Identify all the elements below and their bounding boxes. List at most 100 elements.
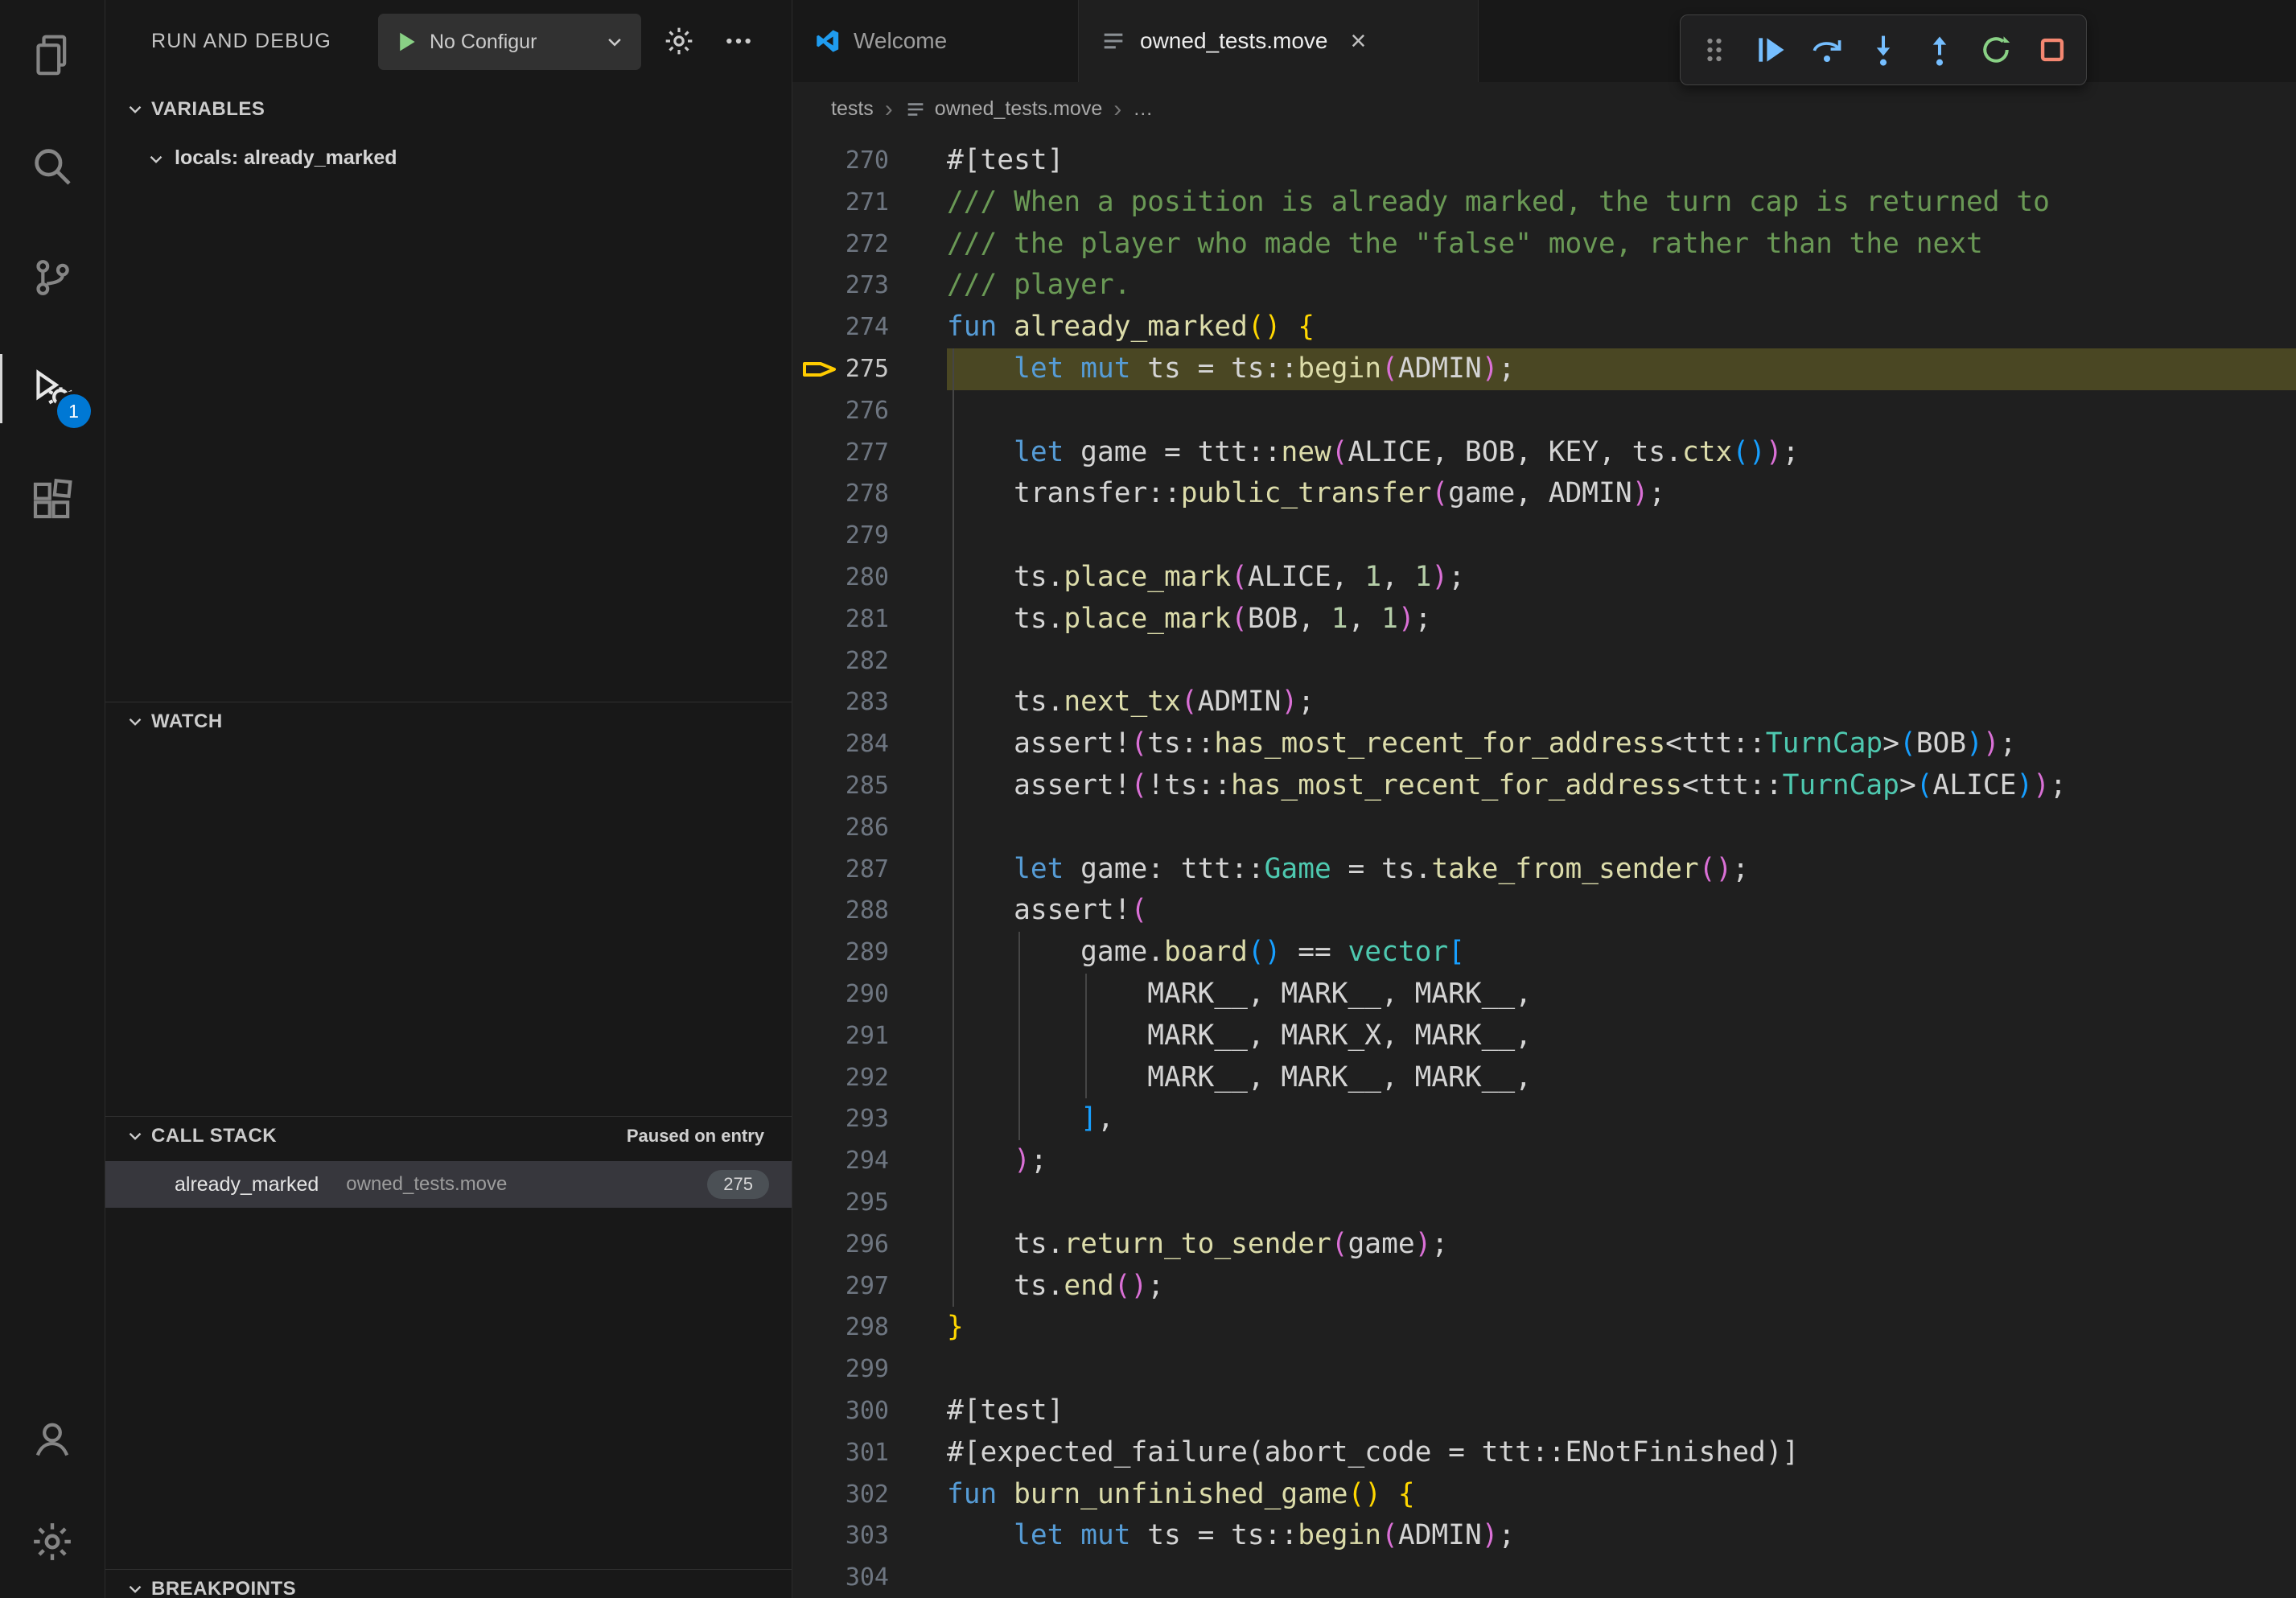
line-number[interactable]: 285 <box>792 765 947 807</box>
breadcrumb-file[interactable]: owned_tests.move <box>935 97 1102 121</box>
line-number[interactable]: 286 <box>792 807 947 849</box>
breadcrumb-symbol[interactable]: … <box>1133 97 1153 121</box>
line-number[interactable]: 304 <box>792 1557 947 1598</box>
line-number[interactable]: 303 <box>792 1515 947 1557</box>
line-number[interactable]: 282 <box>792 640 947 682</box>
line-number[interactable]: 281 <box>792 599 947 640</box>
restart-button[interactable] <box>1973 26 2018 74</box>
watch-section-header[interactable]: WATCH <box>105 702 792 740</box>
sidebar-item-explorer[interactable] <box>0 0 105 111</box>
code-line[interactable]: 281 ts.place_mark(BOB, 1, 1); <box>792 599 2296 640</box>
close-icon[interactable]: × <box>1350 27 1366 55</box>
code-line[interactable]: 276 <box>792 390 2296 432</box>
line-number[interactable]: 296 <box>792 1224 947 1266</box>
code-line[interactable]: 270#[test] <box>792 140 2296 182</box>
line-number[interactable]: 295 <box>792 1182 947 1224</box>
code-line[interactable]: 283 ts.next_tx(ADMIN); <box>792 682 2296 723</box>
line-number[interactable]: 289 <box>792 932 947 974</box>
toolbar-drag-handle[interactable] <box>1692 26 1737 74</box>
line-number[interactable]: 273 <box>792 265 947 307</box>
line-number[interactable]: 291 <box>792 1015 947 1057</box>
line-number[interactable]: 297 <box>792 1266 947 1308</box>
code-editor[interactable]: 270#[test]271/// When a position is alre… <box>792 136 2296 1598</box>
code-line[interactable]: 292 MARK__, MARK__, MARK__, <box>792 1057 2296 1099</box>
settings-button[interactable] <box>0 1490 105 1593</box>
line-number[interactable]: 272 <box>792 224 947 266</box>
line-number[interactable]: 301 <box>792 1432 947 1474</box>
code-line[interactable]: 295 <box>792 1182 2296 1224</box>
code-line[interactable]: 285 assert!(!ts::has_most_recent_for_add… <box>792 765 2296 807</box>
breakpoints-section-header[interactable]: BREAKPOINTS <box>105 1569 792 1598</box>
code-line[interactable]: 299 <box>792 1349 2296 1390</box>
code-line[interactable]: 298} <box>792 1307 2296 1349</box>
line-number[interactable]: 300 <box>792 1390 947 1432</box>
call-stack-section-header[interactable]: CALL STACK Paused on entry <box>105 1116 792 1155</box>
line-number[interactable]: 302 <box>792 1474 947 1516</box>
sidebar-item-run-and-debug[interactable]: 1 <box>0 333 105 444</box>
line-number[interactable]: 271 <box>792 182 947 224</box>
line-number[interactable]: 278 <box>792 473 947 515</box>
code-line[interactable]: 293 ], <box>792 1098 2296 1140</box>
code-line[interactable]: 286 <box>792 807 2296 849</box>
sidebar-item-extensions[interactable] <box>0 444 105 555</box>
code-line[interactable]: 287 let game: ttt::Game = ts.take_from_s… <box>792 849 2296 891</box>
line-number[interactable]: 277 <box>792 432 947 474</box>
code-line[interactable]: 277 let game = ttt::new(ALICE, BOB, KEY,… <box>792 432 2296 474</box>
code-line[interactable]: 303 let mut ts = ts::begin(ADMIN); <box>792 1515 2296 1557</box>
code-line[interactable]: 296 ts.return_to_sender(game); <box>792 1224 2296 1266</box>
line-number[interactable]: 274 <box>792 307 947 348</box>
line-number[interactable]: 292 <box>792 1057 947 1099</box>
code-line[interactable]: 284 assert!(ts::has_most_recent_for_addr… <box>792 723 2296 765</box>
account-button[interactable] <box>0 1387 105 1490</box>
code-line[interactable]: 300#[test] <box>792 1390 2296 1432</box>
code-line[interactable]: 304 <box>792 1557 2296 1598</box>
line-number[interactable]: 284 <box>792 723 947 765</box>
line-number[interactable]: 276 <box>792 390 947 432</box>
line-number[interactable]: 293 <box>792 1098 947 1140</box>
code-line[interactable]: 289 game.board() == vector[ <box>792 932 2296 974</box>
variables-locals-scope[interactable]: locals: already_marked <box>105 140 792 179</box>
line-number[interactable]: 279 <box>792 515 947 557</box>
code-line[interactable]: 302fun burn_unfinished_game() { <box>792 1474 2296 1516</box>
code-line[interactable]: 271/// When a position is already marked… <box>792 182 2296 224</box>
step-out-button[interactable] <box>1917 26 1962 74</box>
code-line[interactable]: 279 <box>792 515 2296 557</box>
sidebar-item-source-control[interactable] <box>0 222 105 333</box>
variables-section-header[interactable]: VARIABLES <box>105 90 792 129</box>
code-line[interactable]: 294 ); <box>792 1140 2296 1182</box>
code-line[interactable]: 272/// the player who made the "false" m… <box>792 224 2296 266</box>
step-over-button[interactable] <box>1804 26 1850 74</box>
code-line[interactable]: 275 let mut ts = ts::begin(ADMIN); <box>792 348 2296 390</box>
code-line[interactable]: 301#[expected_failure(abort_code = ttt::… <box>792 1432 2296 1474</box>
line-number[interactable]: 294 <box>792 1140 947 1182</box>
line-number[interactable]: 298 <box>792 1307 947 1349</box>
continue-button[interactable] <box>1748 26 1793 74</box>
tab-welcome[interactable]: Welcome <box>792 0 1079 82</box>
code-line[interactable]: 273/// player. <box>792 265 2296 307</box>
sidebar-item-search[interactable] <box>0 111 105 222</box>
stop-button[interactable] <box>2030 26 2075 74</box>
more-actions-button[interactable] <box>718 21 759 61</box>
line-number[interactable]: 270 <box>792 140 947 182</box>
step-into-button[interactable] <box>1861 26 1906 74</box>
code-line[interactable]: 290 MARK__, MARK__, MARK__, <box>792 974 2296 1015</box>
call-stack-frame[interactable]: already_marked owned_tests.move 275 <box>105 1161 792 1208</box>
line-number[interactable]: 283 <box>792 682 947 723</box>
code-line[interactable]: 278 transfer::public_transfer(game, ADMI… <box>792 473 2296 515</box>
code-line[interactable]: 274fun already_marked() { <box>792 307 2296 348</box>
debug-config-dropdown[interactable]: No Configur <box>378 14 641 70</box>
debug-settings-button[interactable] <box>659 21 699 61</box>
tab-owned-tests-move[interactable]: owned_tests.move × <box>1079 0 1479 82</box>
code-line[interactable]: 280 ts.place_mark(ALICE, 1, 1); <box>792 557 2296 599</box>
code-line[interactable]: 288 assert!( <box>792 890 2296 932</box>
line-number[interactable]: 299 <box>792 1349 947 1390</box>
breadcrumb-folder[interactable]: tests <box>831 97 874 121</box>
code-line[interactable]: 297 ts.end(); <box>792 1266 2296 1308</box>
line-number[interactable]: 288 <box>792 890 947 932</box>
line-number[interactable]: 287 <box>792 849 947 891</box>
line-number[interactable]: 280 <box>792 557 947 599</box>
line-number[interactable]: 290 <box>792 974 947 1015</box>
code-line[interactable]: 282 <box>792 640 2296 682</box>
code-line[interactable]: 291 MARK__, MARK_X, MARK__, <box>792 1015 2296 1057</box>
line-number[interactable]: 275 <box>792 348 947 390</box>
